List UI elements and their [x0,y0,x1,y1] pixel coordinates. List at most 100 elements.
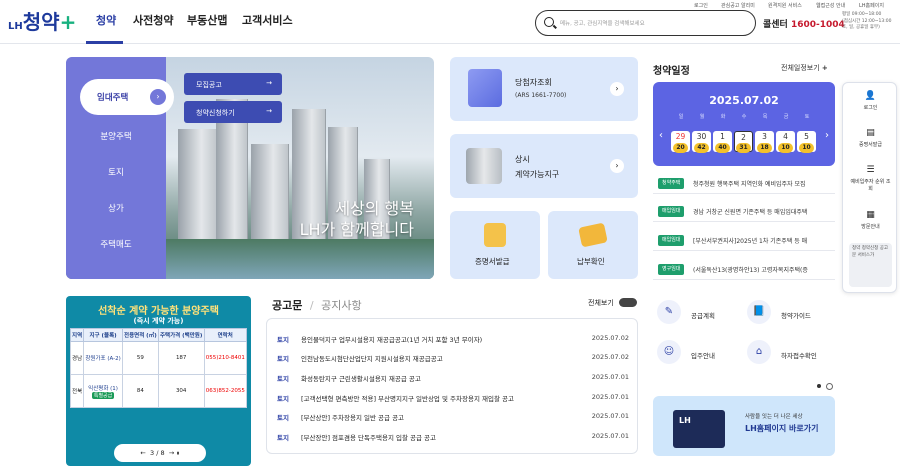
schedule-item[interactable]: 청약주택 청주청원 행복주택 지역인화 예비입주자 모집 [653,172,835,194]
quick-visit[interactable]: ▦ 방문안내 [843,210,898,230]
schedule-item[interactable]: 매입임대 경남 거창군 신원면 기존주택 등 매입임대주택 [653,200,835,222]
nav-customer-service[interactable]: 고객서비스 [242,12,293,28]
lh-badge: LH [673,410,725,448]
card-payment[interactable]: 납부확인 [548,211,638,279]
quick-scroll-panel[interactable]: 청약 청약신청 공고문 서비스가 [849,243,892,287]
notice-row[interactable]: 토지 인천남동도시첨단산업단지 지원시설용지 재공급공고 2025.07.02 [277,348,629,367]
table-header: 연락처 [203,328,248,342]
schedule-text: (서울독산13(광명하안13) 고령자복지주택(증 [693,267,808,274]
quick-login[interactable]: 👤 로그인 [843,91,898,111]
schedule-tag: 매입임대 [658,235,685,246]
notice-row[interactable]: 토지 화성동탄지구 근린생활시설용지 재공급 공고 2025.07.01 [277,368,629,387]
util-accessibility[interactable]: 웹접근성 안내 [816,2,845,9]
plus-icon: + [821,64,828,72]
certificate-icon [484,223,506,247]
chevron-right-icon: › [610,82,624,96]
schedule-text: [부산서부권지사]2025년 1차 기존주택 등 매 [693,238,808,245]
schedule-item[interactable]: 영구임대 (서울독산13(광명하안13) 고령자복지주택(증 [653,258,835,280]
schedule-all-link[interactable]: 전체일정보기 + [781,63,828,73]
sub-recruitment-notice[interactable]: 모집공고 → [184,73,282,95]
lh-homepage-banner[interactable]: LH 사람을 잇는 더 나은 세상 LH홈페이지 바로가기 [653,396,835,456]
list-icon: ☰ [866,165,875,175]
banner-caption: 사람을 잇는 더 나은 세상 [745,414,803,420]
day-count-badge: 20 [673,143,688,153]
search-placeholder: 메뉴, 공고, 관심지역을 검색해보세요 [560,21,645,27]
card-winner-lookup[interactable]: 당첨자조회 (ARS 1661-7700) › [450,57,638,121]
chevron-right-icon: › [610,159,624,173]
menu-land[interactable]: 토지 [66,166,166,178]
util-lh-home[interactable]: LH홈페이지 [859,2,884,9]
table-header: 지구 (블록) [83,328,123,342]
weekday-label: 수 [741,114,747,120]
banner-subtitle: (즉시 계약 가능) [133,317,184,325]
table-header: 전용면적 (㎡) [121,328,159,342]
nav-real-estate-map[interactable]: 부동산맵 [187,12,227,28]
notice-row[interactable]: 토지 [부산상안] 주차장용지 일반 공급 공고 2025.07.01 [277,407,629,426]
notice-row[interactable]: 토지 [고객선택형 편측방안 적용] 부산명지지구 일반상업 및 주차장용지 재입… [277,388,629,407]
banner-link: LH홈페이지 바로가기 [745,424,819,433]
day-count-badge: 10 [799,143,814,153]
menu-house-sale[interactable]: 주택매도 [66,238,166,250]
chevron-right-icon: › [150,89,166,105]
pause-icon[interactable]: ⏸ [176,449,179,457]
document-check-icon [468,69,502,107]
schedule-text: 청주청원 행복주택 지역인화 예비입주자 모집 [693,181,806,188]
search-input[interactable]: 메뉴, 공고, 관심지역을 검색해보세요 [535,10,756,36]
nav-cheongyak[interactable]: 청약 [96,12,116,28]
arrow-right-icon: → [266,79,272,87]
card-title: 납부확인 [577,257,605,266]
sub-apply[interactable]: 청약신청하기 → [184,101,282,123]
house-icon: ⌂ [747,340,771,364]
day-count-badge: 42 [694,143,709,153]
util-login[interactable]: 로그인 [694,2,708,9]
nav-pre-subscription[interactable]: 사전청약 [133,12,173,28]
quick-waitlist[interactable]: ☰ 예비입주자 순위 조회 [843,165,898,192]
notice-row[interactable]: 토지 [부산장안] 점포겸용 단독주택용지 입찰 공급 공고 2025.07.01 [277,427,629,446]
slide-indicator[interactable] [826,383,833,390]
banner-table: 지역 지구 (블록) 전용면적 (㎡) 주택가격 (백만원) 연락처 경남 창원… [69,328,248,408]
chevron-right-icon[interactable]: › [825,130,829,141]
schedule-tag: 매입임대 [658,206,685,217]
notice-more-link[interactable]: 전체보기 [588,298,614,308]
weekday-label: 화 [720,114,726,120]
quick-certificate[interactable]: ▤ 증명서발급 [843,128,898,148]
schedule-title: 청약일정 [653,66,690,77]
sale-housing-banner[interactable]: 선착순 계약 가능한 분양주택 (즉시 계약 가능) 지역 지구 (블록) 전용… [66,296,251,466]
menu-rental-housing[interactable]: 임대주택 › [80,79,174,115]
card-certificate[interactable]: 증명서발급 [450,211,540,279]
notice-row[interactable]: 토지 용인물덕지구 업무시설용지 재공급공고(1년 거치 포함 3년 무이자) 20… [277,329,629,348]
arrow-left-icon[interactable]: ← [140,449,145,457]
notice-toggle[interactable] [619,298,637,307]
search-icon [544,17,554,27]
building-illustration [178,129,218,239]
day-count-badge: 31 [736,143,751,153]
card-contract-district[interactable]: 상시 계약가능지구 › [450,134,638,198]
tab-announcement[interactable]: 공고문 [272,299,302,312]
arrow-right-icon[interactable]: → [169,449,174,457]
menu-sale-housing[interactable]: 분양주택 [66,130,166,142]
notice-list: 토지 용인물덕지구 업무시설용지 재공급공고(1년 거치 포함 3년 무이자) 20… [266,318,638,454]
arrow-right-icon: → [266,107,272,115]
table-row: 전북 익산평화 (1) 특별공급 84 304 063)852-2055 [69,374,248,408]
util-remote[interactable]: 원격지원 서비스 [768,2,802,9]
user-icon: 👤 [864,91,877,101]
header: LH청약+ 청약 사전청약 부동산맵 고객서비스 로그인 관심공고 알리미 원격… [0,0,900,44]
schedule-item[interactable]: 매입임대 [부산서부권지사]2025년 1차 기존주택 등 매 [653,229,835,251]
schedule-tag: 영구임대 [658,264,685,275]
card-title: 상시 [515,155,530,164]
pencil-icon: ✎ [657,300,681,324]
util-alert[interactable]: 관심공고 알리미 [721,2,755,9]
card-title: 증명서발급 [475,257,510,266]
table-header: 주택가격 (백만원) [157,328,205,342]
weekday-label: 일 [678,114,684,120]
weekday-label: 금 [783,114,789,120]
slide-indicator[interactable] [817,384,821,388]
banner-pager: ← 3 / 8 → ⏸ [114,444,206,462]
special-supply-badge: 특별공급 [91,391,115,399]
tab-notice[interactable]: 공지사항 [321,299,361,312]
menu-commercial[interactable]: 상가 [66,202,166,214]
calendar-date: 2025.07.02 [709,94,779,107]
lh-logo[interactable]: LH청약+ [8,6,76,35]
nav-active-underline [86,41,123,44]
chevron-left-icon[interactable]: ‹ [659,130,663,141]
